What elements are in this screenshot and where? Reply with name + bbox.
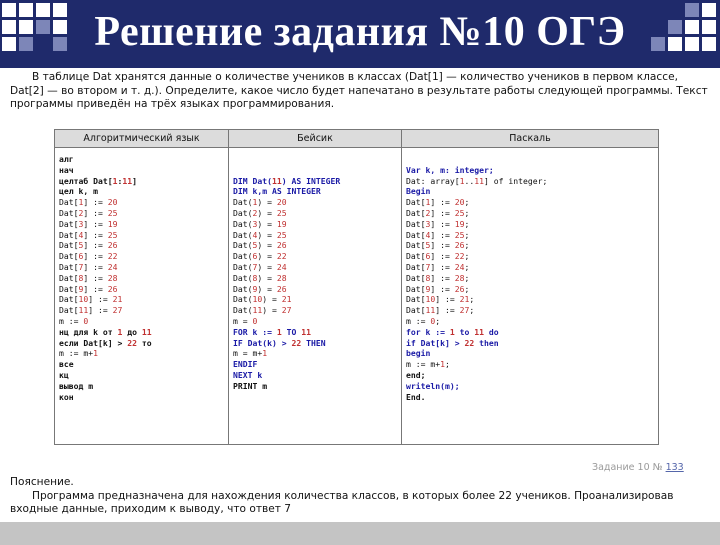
code-line: Dat[11] := 27;	[406, 305, 475, 316]
code-line: Dat[2] := 25	[59, 207, 118, 218]
code-line: Dat: array[1..11] of integer;	[406, 175, 548, 186]
code-line: Dat(11) = 27	[233, 305, 292, 316]
code-line: Dat(4) = 25	[233, 229, 287, 240]
page-title: Решение задания №10 ОГЭ	[94, 9, 626, 55]
code-line: алг	[59, 154, 74, 164]
code-cell-algorithmic: алг нач целтаб Dat[1:11] цел k, m Dat[1]…	[54, 147, 229, 445]
code-line: Dat[10] := 21;	[406, 294, 475, 305]
code-line: Dat[8] := 28;	[406, 272, 470, 283]
code-line: цел k, m	[59, 186, 98, 197]
code-line: ENDIF	[233, 359, 258, 370]
explanation: Пояснение. Программа предназначена для н…	[10, 476, 712, 517]
code-line: Dat(2) = 25	[233, 207, 287, 218]
code-line: Dat(8) = 28	[233, 272, 287, 283]
code-line: Dat(1) = 20	[233, 197, 287, 208]
explanation-line: Программа предназначена для нахождения к…	[32, 489, 674, 502]
code-line: если Dat[k] > 22 то	[59, 337, 152, 348]
code-table: Алгоритмический язык Бейсик Паскаль алг …	[54, 129, 659, 445]
code-line: FOR k := 1 TO 11	[233, 326, 311, 337]
code-line: for k := 1 to 11 do	[406, 326, 499, 337]
code-line: PRINT m	[233, 380, 268, 391]
code-line: DIM Dat(11) AS INTEGER	[233, 175, 341, 186]
code-line: Dat[3] := 19	[59, 218, 118, 229]
code-line: Dat[5] := 26;	[406, 240, 470, 251]
code-line: Dat[6] := 22	[59, 251, 118, 262]
code-line: Dat[4] := 25	[59, 229, 118, 240]
code-line: end;	[406, 369, 426, 380]
task-line: Dat[2] — во втором и т. д.). Определите,…	[10, 84, 708, 97]
explanation-line: входные данные, приходим к выводу, что о…	[10, 503, 292, 515]
code-line: Dat[1] := 20	[59, 197, 118, 208]
code-line: Dat[6] := 22;	[406, 251, 470, 262]
code-line: begin	[406, 348, 431, 359]
code-line: Dat[2] := 25;	[406, 207, 470, 218]
footer-bar	[0, 517, 720, 545]
code-line: End.	[406, 391, 426, 402]
code-cell-pascal: . Var k, m: integer; Dat: array[1..11] o…	[401, 147, 659, 445]
code-line: целтаб Dat[1:11]	[59, 175, 137, 186]
code-line: Dat[11] := 27	[59, 305, 123, 316]
task-line: В таблице Dat хранятся данные о количест…	[32, 71, 678, 83]
task-reference-link[interactable]: 133	[666, 462, 684, 473]
code-line: Dat(10) = 21	[233, 294, 292, 305]
code-line: m := 0;	[406, 315, 441, 326]
code-line: NEXT k	[233, 369, 263, 380]
code-line: DIM k,m AS INTEGER	[233, 186, 321, 197]
code-line: Dat[3] := 19;	[406, 218, 470, 229]
code-line: Dat[7] := 24;	[406, 261, 470, 272]
task-statement: В таблице Dat хранятся данные о количест…	[10, 71, 712, 112]
task-line: программы приведён на трёх языках програ…	[10, 98, 335, 110]
code-line: m := 0	[59, 315, 89, 326]
code-line: нач	[59, 164, 74, 175]
task-reference: Задание 10 № 133	[592, 462, 684, 473]
code-line: кц	[59, 369, 69, 380]
code-line: IF Dat(k) > 22 THEN	[233, 337, 326, 348]
code-line: m = m+1	[233, 348, 268, 359]
code-line: все	[59, 359, 74, 370]
code-line: Var k, m: integer;	[406, 164, 494, 175]
column-header-algorithmic: Алгоритмический язык	[54, 129, 229, 148]
column-header-basic: Бейсик	[228, 129, 402, 148]
code-cell-basic: . . DIM Dat(11) AS INTEGER DIM k,m AS IN…	[228, 147, 402, 445]
code-line: m := m+1	[59, 348, 98, 359]
code-line: Begin	[406, 186, 431, 197]
code-line: Dat[9] := 26	[59, 283, 118, 294]
code-line: Dat[1] := 20;	[406, 197, 470, 208]
code-line: m = 0	[233, 315, 258, 326]
code-line: Dat[9] := 26;	[406, 283, 470, 294]
code-line: Dat[4] := 25;	[406, 229, 470, 240]
code-line: нц для k от 1 до 11	[59, 326, 152, 337]
code-line: Dat(3) = 19	[233, 218, 287, 229]
code-line: Dat(6) = 22	[233, 251, 287, 262]
code-line: вывод m	[59, 380, 94, 391]
code-line: m := m+1;	[406, 359, 450, 370]
explanation-heading: Пояснение.	[10, 476, 74, 488]
code-line: Dat(5) = 26	[233, 240, 287, 251]
code-line: Dat(9) = 26	[233, 283, 287, 294]
title-banner: Решение задания №10 ОГЭ	[0, 0, 720, 68]
code-line: Dat[8] := 28	[59, 272, 118, 283]
code-line: Dat[7] := 24	[59, 261, 118, 272]
code-line: writeln(m);	[406, 380, 460, 391]
code-line: if Dat[k] > 22 then	[406, 337, 499, 348]
code-line: Dat[5] := 26	[59, 240, 118, 251]
code-line: Dat(7) = 24	[233, 261, 287, 272]
task-reference-label: Задание 10 №	[592, 462, 663, 473]
code-line: Dat[10] := 21	[59, 294, 123, 305]
code-line: кон	[59, 391, 74, 402]
column-header-pascal: Паскаль	[401, 129, 659, 148]
